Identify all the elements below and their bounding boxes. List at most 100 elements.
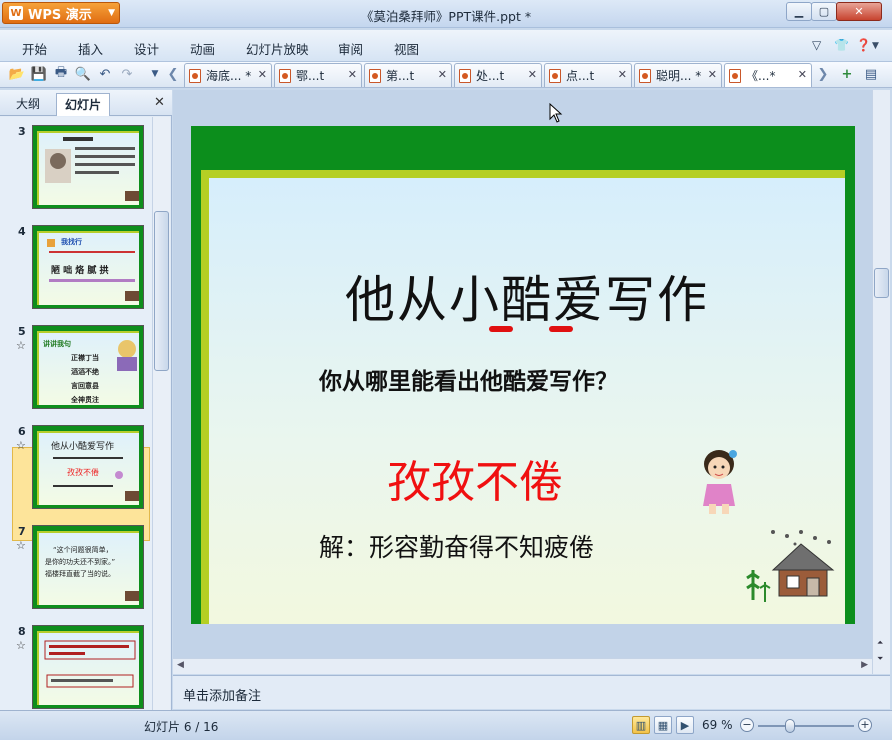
slideshow-icon[interactable]: ▶: [676, 716, 694, 734]
slide-sorter-icon[interactable]: ▦: [654, 716, 672, 734]
doc-tab[interactable]: 海底... * ✕: [184, 63, 272, 87]
slide-thumbnail-4[interactable]: 我找行 陋 咄 烙 腻 拱: [32, 225, 144, 309]
print-icon[interactable]: 🖶: [52, 65, 70, 83]
new-tab-icon[interactable]: +: [838, 65, 856, 83]
undo-icon[interactable]: ↶: [96, 65, 114, 83]
tab-outline[interactable]: 大纲: [8, 93, 48, 116]
zoom-level[interactable]: 69 %: [702, 718, 733, 732]
menu-slideshow[interactable]: 幻灯片放映: [246, 39, 309, 58]
normal-view-icon[interactable]: ▥: [632, 716, 650, 734]
tab-close-icon[interactable]: ✕: [708, 68, 717, 81]
thumb3-content: [45, 137, 139, 201]
zoom-slider[interactable]: [758, 725, 854, 727]
tab-close-icon[interactable]: ✕: [798, 68, 807, 81]
redo-icon[interactable]: ↷: [118, 65, 136, 83]
ppt-file-icon: [369, 68, 381, 83]
menu-home[interactable]: 开始: [22, 39, 47, 58]
slide-thumbnail-list: 3 4 我找行 陋 咄 烙 腻 拱 5 ☆ 讲讲我句 正襟丁当 滔滔不绝 言回意…: [0, 117, 152, 710]
menu-animation[interactable]: 动画: [190, 39, 215, 58]
girl-clipart[interactable]: [695, 448, 745, 518]
thumb-number: 7: [18, 525, 26, 538]
ppt-file-icon: [549, 68, 561, 83]
notes-pane[interactable]: 单击添加备注: [173, 675, 890, 709]
quick-access-toolbar: 📂 💾 🖶 🔍 ↶ ↷ ▼ ❮ 海底... * ✕ 鄂...t ✕ 第...t …: [0, 62, 892, 88]
ppt-file-icon: [189, 68, 201, 83]
slide-thumbnail-3[interactable]: [32, 125, 144, 209]
slide-vertical-scrollbar[interactable]: ⏶ ⏷: [872, 90, 890, 674]
zoom-slider-handle[interactable]: [785, 719, 795, 733]
close-button[interactable]: ✕: [836, 2, 882, 21]
thumb-number: 8: [18, 625, 26, 638]
prev-slide-icon[interactable]: ⏶: [877, 638, 883, 648]
tab-close-icon[interactable]: ✕: [528, 68, 537, 81]
ppt-file-icon: [279, 68, 291, 83]
zoom-out-icon[interactable]: −: [740, 718, 754, 732]
slide-title[interactable]: 他从小酷爱写作: [209, 260, 845, 332]
slide-question[interactable]: 你从哪里能看出他酷爱写作？: [319, 362, 618, 396]
minimize-button[interactable]: ▁: [786, 2, 812, 21]
tab-close-icon[interactable]: ✕: [348, 68, 357, 81]
menu-bar: 开始 插入 设计 动画 幻灯片放映 审阅 视图 ▽ 👕 ❓ ▼: [0, 30, 892, 62]
scrollbar-thumb[interactable]: [154, 211, 169, 371]
tab-close-icon[interactable]: ✕: [438, 68, 447, 81]
thumbnail-scrollbar[interactable]: [152, 117, 170, 710]
house-clipart[interactable]: [743, 530, 843, 610]
slide-thumbnail-7[interactable]: “这个问题很简单， 是你的功夫还不到家。” 福楼拜直截了当的说。: [32, 525, 144, 609]
slide-idiom[interactable]: 孜孜不倦: [387, 446, 563, 510]
doc-tab[interactable]: 处...t ✕: [454, 63, 542, 87]
doc-tab-active[interactable]: 《...* ✕: [724, 63, 812, 87]
tab-list-icon[interactable]: ▤: [862, 65, 880, 83]
tab-close-icon[interactable]: ✕: [618, 68, 627, 81]
thumb4-decor: [47, 239, 139, 301]
panel-tabs: 大纲 幻灯片 ✕: [0, 90, 172, 116]
doc-tab[interactable]: 点...t ✕: [544, 63, 632, 87]
menu-design[interactable]: 设计: [134, 39, 159, 58]
doc-tab-label: 聪明... *: [656, 69, 702, 83]
menu-review[interactable]: 审阅: [338, 39, 363, 58]
menu-insert[interactable]: 插入: [78, 39, 103, 58]
ppt-file-icon: [729, 68, 741, 83]
transition-star-icon: ☆: [16, 539, 26, 552]
doc-tab-label: 海底... *: [206, 69, 252, 83]
next-slide-icon[interactable]: ⏷: [877, 654, 883, 664]
notes-placeholder[interactable]: 单击添加备注: [183, 685, 261, 704]
tabs-scroll-right-icon[interactable]: ❯: [814, 65, 832, 83]
slide-thumbnail-5[interactable]: 讲讲我句 正襟丁当 滔滔不绝 言回意县 全神贯注: [32, 325, 144, 409]
scroll-right-icon[interactable]: ▶: [861, 660, 868, 670]
collapse-ribbon-icon[interactable]: ▽: [812, 38, 821, 52]
status-bar: 幻灯片 6 / 16 ▥ ▦ ▶ 69 % − +: [0, 710, 892, 740]
title-bar: W WPS 演示 ▼ 《莫泊桑拜师》PPT课件.ppt * ▁ ▢ ✕: [0, 0, 892, 28]
tabs-scroll-left-icon[interactable]: ❮: [164, 65, 182, 83]
slide-thumbnail-8[interactable]: [32, 625, 144, 709]
thumb7-decor: [125, 591, 139, 601]
zoom-in-icon[interactable]: +: [858, 718, 872, 732]
menu-view[interactable]: 视图: [394, 39, 419, 58]
emphasis-mark: [549, 326, 573, 332]
open-folder-icon[interactable]: 📂: [8, 65, 26, 83]
doc-tab[interactable]: 聪明... * ✕: [634, 63, 722, 87]
print-preview-icon[interactable]: 🔍: [74, 65, 92, 83]
tab-slides[interactable]: 幻灯片: [56, 93, 111, 116]
emphasis-mark: [489, 326, 513, 332]
doc-tab[interactable]: 鄂...t ✕: [274, 63, 362, 87]
scroll-left-icon[interactable]: ◀: [177, 660, 184, 670]
toolbar-dropdown-icon[interactable]: ▼: [146, 65, 164, 83]
slide-explanation[interactable]: 解：形容勤奋得不知疲倦: [319, 528, 594, 564]
slide-thumbnail-6-selected[interactable]: 他从小酷爱写作 孜孜不倦: [32, 425, 144, 509]
current-slide[interactable]: 他从小酷爱写作 你从哪里能看出他酷爱写作？ 孜孜不倦 解：形容勤奋得不知疲倦: [191, 126, 855, 624]
help-icon[interactable]: ❓: [856, 38, 871, 52]
thumb-number: 3: [18, 125, 26, 138]
window-title: 《莫泊桑拜师》PPT课件.ppt *: [360, 9, 532, 24]
tab-close-icon[interactable]: ✕: [258, 68, 267, 81]
transition-star-icon: ☆: [16, 439, 26, 452]
panel-close-icon[interactable]: ✕: [154, 95, 165, 110]
slide-horizontal-scrollbar[interactable]: ◀ ▶: [173, 658, 872, 674]
doc-tab[interactable]: 第...t ✕: [364, 63, 452, 87]
maximize-button[interactable]: ▢: [811, 2, 837, 21]
ppt-file-icon: [639, 68, 651, 83]
save-icon[interactable]: 💾: [30, 65, 48, 83]
help-dropdown-icon[interactable]: ▼: [872, 41, 879, 51]
skin-icon[interactable]: 👕: [834, 38, 849, 52]
doc-tab-label: 处...t: [476, 69, 505, 83]
scrollbar-thumb[interactable]: [874, 268, 889, 298]
